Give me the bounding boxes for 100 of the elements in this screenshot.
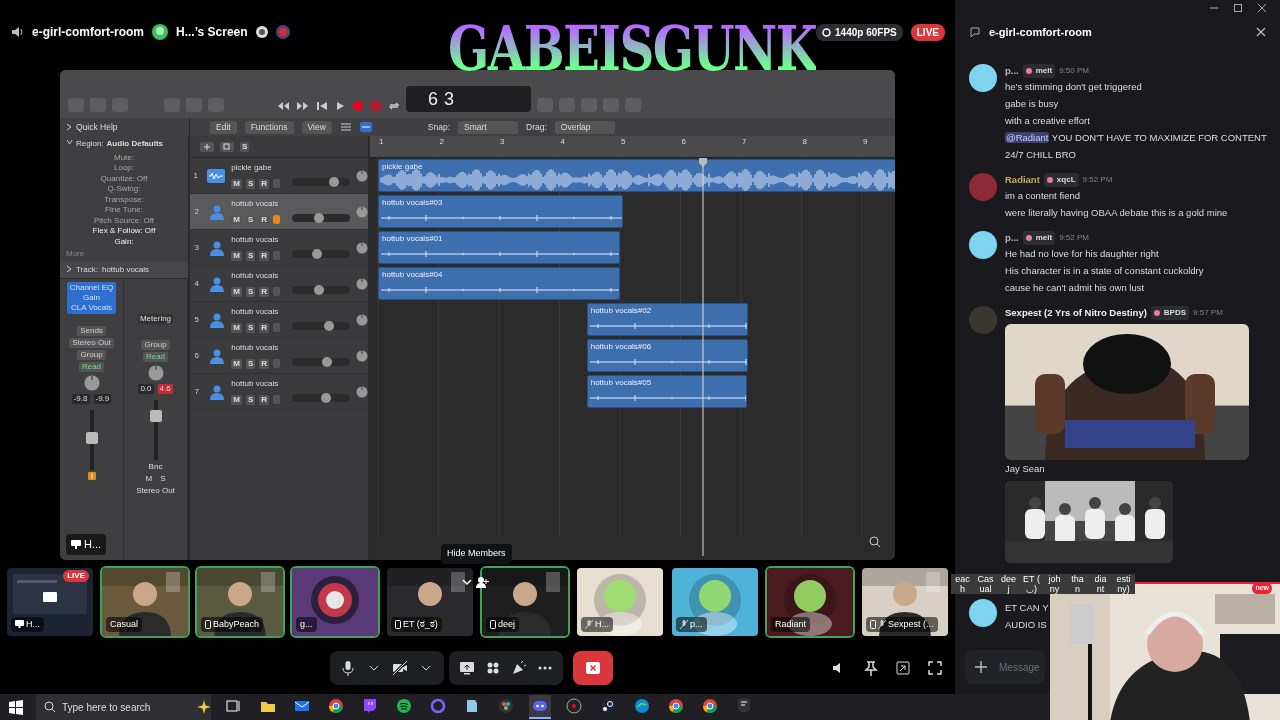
members-icon[interactable]	[476, 576, 490, 588]
participant-tile[interactable]: Radiant	[765, 566, 855, 638]
mute-button[interactable]: M	[231, 322, 242, 333]
record-button[interactable]: R	[259, 250, 269, 261]
input-monitor-button[interactable]	[273, 395, 280, 404]
participant-tile[interactable]: Casual	[100, 566, 190, 638]
bounce-label[interactable]: Bnc	[148, 462, 163, 472]
soundboard-icon[interactable]	[511, 660, 527, 676]
track-header[interactable]: 6 hottub vocals M S R	[190, 338, 368, 374]
microphone-icon[interactable]	[340, 660, 356, 676]
record-button[interactable]: R	[259, 394, 269, 405]
participant-tile[interactable]: Sexpest (...	[860, 566, 950, 638]
menu-button[interactable]: Edit	[210, 120, 237, 134]
chevron-icon[interactable]	[66, 264, 72, 273]
fader-cap[interactable]	[149, 409, 162, 422]
author-name[interactable]: Sexpest (2 Yrs of Nitro Destiny)	[1005, 306, 1147, 320]
record-button[interactable]: R	[259, 322, 269, 333]
solo-button[interactable]: S	[245, 214, 256, 225]
mute-button[interactable]: M	[231, 178, 242, 189]
participant-tile[interactable]: deej	[480, 566, 570, 638]
author-name[interactable]: p...	[1005, 64, 1019, 78]
volume-thumb[interactable]	[320, 393, 331, 403]
track-header[interactable]: 3 hottub vocals M S R	[190, 230, 368, 266]
play-icon[interactable]	[334, 100, 346, 112]
track-header[interactable]: 2 hottub vocals M S R	[190, 194, 368, 230]
user-avatar[interactable]	[969, 599, 997, 627]
input-monitor-button[interactable]	[273, 215, 280, 224]
cycle-icon[interactable]	[388, 100, 400, 112]
solo-button[interactable]: S	[245, 394, 256, 405]
fullscreen-icon[interactable]	[927, 660, 943, 676]
chevron-down-icon[interactable]	[462, 578, 472, 586]
participant-tile[interactable]: BabyPeach	[195, 566, 285, 638]
audio-region[interactable]: hottub vocals#04	[378, 267, 620, 300]
maximize-icon[interactable]	[1234, 4, 1242, 12]
menu-button[interactable]: Functions	[244, 120, 294, 134]
duplicate-icon[interactable]	[220, 141, 234, 152]
record-button[interactable]: R	[259, 214, 269, 225]
input-monitor-button[interactable]	[273, 359, 280, 368]
automation-slot[interactable]: Read	[78, 362, 105, 372]
author-name[interactable]: Radiant	[1005, 173, 1040, 187]
solo-button[interactable]: S	[245, 358, 256, 369]
add-icon[interactable]	[200, 141, 214, 152]
volume-slider[interactable]	[292, 394, 350, 402]
close-icon[interactable]	[1256, 27, 1266, 37]
volume-thumb[interactable]	[313, 213, 324, 223]
solo-button[interactable]: S	[240, 141, 250, 152]
mute-button[interactable]: M	[231, 250, 242, 261]
group-slot[interactable]: Group	[77, 350, 106, 360]
participant-tile[interactable]: p...	[670, 566, 760, 638]
pan-knob[interactable]	[356, 241, 368, 254]
audio-region[interactable]: hottub vocals#02	[586, 303, 749, 336]
volume-thumb[interactable]	[329, 177, 340, 187]
inspector-row[interactable]: Gain:	[60, 236, 188, 247]
solo-button[interactable]: S	[245, 322, 256, 333]
activities-icon[interactable]	[485, 660, 501, 676]
taskbar-button[interactable]	[529, 695, 551, 719]
mute-button[interactable]: M	[145, 474, 153, 484]
audio-region[interactable]: hottub vocals#03	[378, 195, 623, 228]
share-screen-icon[interactable]	[459, 660, 475, 676]
solo-button[interactable]: S	[245, 178, 256, 189]
group-slot[interactable]: Group	[141, 340, 170, 350]
user-avatar[interactable]	[969, 64, 997, 92]
forward-icon[interactable]	[296, 100, 310, 112]
pan-knob[interactable]	[356, 277, 368, 290]
volume-slider[interactable]	[292, 214, 350, 222]
audio-region[interactable]: hottub vocals#06	[586, 339, 749, 372]
menu-button[interactable]: View	[301, 120, 332, 134]
participant-tile[interactable]: H...	[575, 566, 665, 638]
audio-region[interactable]: pickle gabe	[378, 159, 895, 192]
record-button[interactable]: R	[259, 178, 269, 189]
mute-button[interactable]: M	[231, 394, 242, 405]
camera-off-icon[interactable]	[392, 660, 408, 676]
pan-knob[interactable]	[82, 374, 101, 392]
volume-slider[interactable]	[292, 322, 350, 330]
chevron-icon[interactable]	[66, 139, 73, 145]
skip-back-icon[interactable]	[316, 100, 328, 112]
inspector-row[interactable]: Flex & Follow: Off	[60, 226, 188, 237]
sends-slot[interactable]: Sends	[77, 326, 106, 336]
zoom-icon[interactable]	[869, 536, 881, 548]
waveform-view-icon[interactable]	[359, 122, 372, 132]
volume-slider[interactable]	[292, 178, 350, 186]
volume-thumb[interactable]	[313, 285, 324, 295]
mention-link[interactable]: @Radiant	[1005, 132, 1050, 143]
audio-region[interactable]: hottub vocals#01	[378, 231, 620, 264]
author-name[interactable]: p...	[1005, 231, 1019, 245]
record-button[interactable]: R	[259, 358, 269, 369]
solo-button[interactable]: S	[245, 286, 256, 297]
volume-slider[interactable]	[292, 358, 350, 366]
message-field[interactable]: Message	[965, 650, 1045, 684]
pin-icon[interactable]	[863, 660, 879, 676]
track-header[interactable]: 5 hottub vocals M S R	[190, 302, 368, 338]
mute-button[interactable]: M	[231, 358, 242, 369]
windows-icon[interactable]	[8, 699, 24, 715]
add-icon[interactable]	[975, 661, 987, 673]
participant-tile[interactable]: LIVE H...	[5, 566, 95, 638]
track-header[interactable]: 4 hottub vocals M S R	[190, 266, 368, 302]
user-avatar[interactable]	[969, 231, 997, 259]
leave-button[interactable]	[573, 651, 613, 685]
search-field[interactable]: Type here to search	[36, 694, 211, 720]
audio-region[interactable]: hottub vocals#05	[586, 375, 748, 408]
